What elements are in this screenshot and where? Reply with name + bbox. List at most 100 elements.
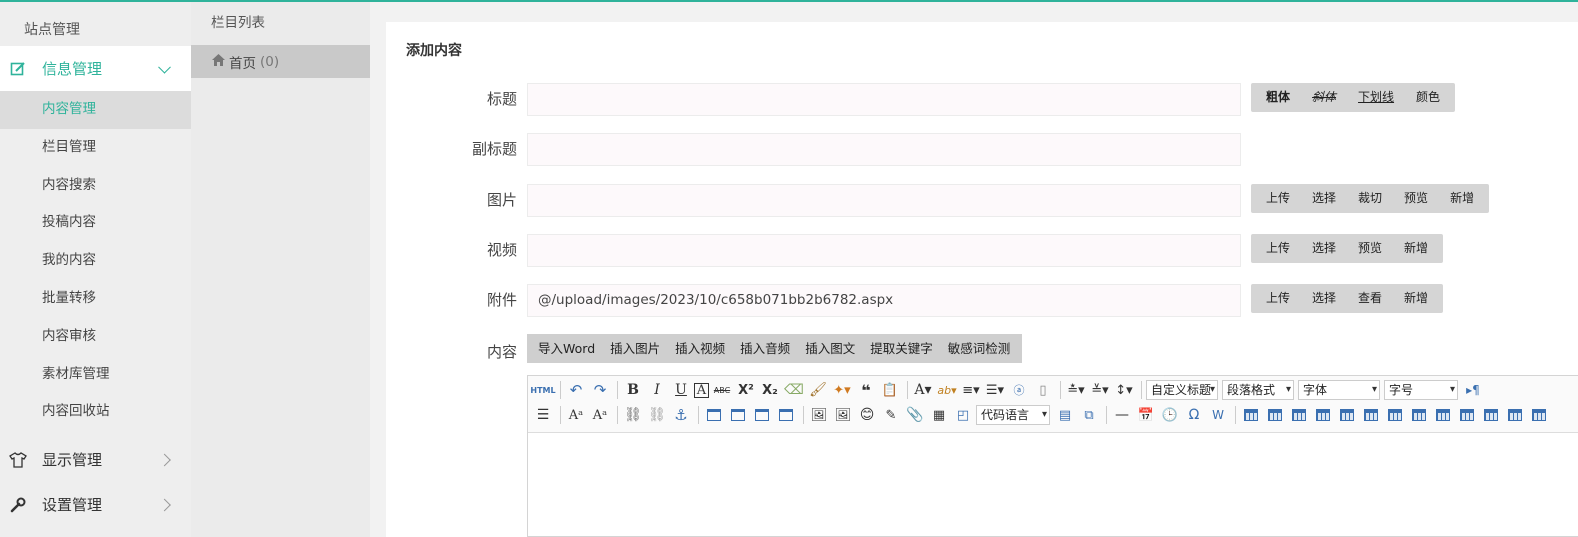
date-icon[interactable]: 📅 bbox=[1135, 404, 1157, 426]
redo-icon[interactable]: ↷ bbox=[589, 379, 611, 401]
sidebar-group-display-management[interactable]: 显示管理 bbox=[0, 437, 191, 482]
sidebar-item-content-search[interactable]: 内容搜索 bbox=[0, 167, 191, 205]
sidebar-item-recycle-bin[interactable]: 内容回收站 bbox=[0, 393, 191, 431]
insert-video-button[interactable]: 插入视频 bbox=[668, 334, 733, 363]
editor-body[interactable] bbox=[528, 433, 1578, 536]
insert-image-text-button[interactable]: 插入图文 bbox=[798, 334, 863, 363]
select-all-icon[interactable]: ⓐ bbox=[1008, 379, 1030, 401]
background-color-icon[interactable]: ab▾ bbox=[936, 379, 958, 401]
time-icon[interactable]: 🕒 bbox=[1159, 404, 1181, 426]
subtitle-input[interactable] bbox=[527, 133, 1241, 166]
bold-icon[interactable]: B bbox=[622, 379, 644, 401]
auto-format-icon[interactable]: ✦▾ bbox=[831, 379, 853, 401]
superscript-icon[interactable]: X² bbox=[735, 379, 757, 401]
split-rows-icon[interactable] bbox=[1504, 404, 1526, 426]
underline-icon[interactable]: U bbox=[670, 379, 692, 401]
format-brush-icon[interactable]: 🖌 bbox=[807, 379, 829, 401]
font-case-upper-icon[interactable]: Aᵃ bbox=[565, 404, 587, 426]
ordered-list-icon[interactable]: ≡▾ bbox=[960, 379, 982, 401]
font-case-lower-icon[interactable]: Aᵃ bbox=[589, 404, 611, 426]
image-upload-button[interactable]: 上传 bbox=[1255, 184, 1301, 213]
image-float-right-icon[interactable] bbox=[751, 404, 773, 426]
word-image-icon[interactable]: W bbox=[1207, 404, 1229, 426]
extract-keywords-button[interactable]: 提取关键字 bbox=[863, 334, 941, 363]
delete-table-icon[interactable] bbox=[1264, 404, 1286, 426]
direction-ltr-icon[interactable]: ▸¶ bbox=[1462, 379, 1484, 401]
code-language-dropdown[interactable]: 代码语言 bbox=[976, 405, 1050, 425]
image-center-icon[interactable] bbox=[775, 404, 797, 426]
subscript-icon[interactable]: X₂ bbox=[759, 379, 781, 401]
image-preview-button[interactable]: 预览 bbox=[1393, 184, 1439, 213]
attachment-add-button[interactable]: 新增 bbox=[1393, 284, 1439, 313]
font-size-dropdown[interactable]: 字号 bbox=[1384, 380, 1458, 400]
split-cells-icon[interactable] bbox=[1480, 404, 1502, 426]
image-select-button[interactable]: 选择 bbox=[1301, 184, 1347, 213]
font-border-icon[interactable]: A bbox=[694, 382, 709, 398]
sidebar-item-content-review[interactable]: 内容审核 bbox=[0, 318, 191, 356]
merge-right-icon[interactable] bbox=[1432, 404, 1454, 426]
insert-frame-icon[interactable]: ◰ bbox=[952, 404, 974, 426]
insert-paragraph-before-table-icon[interactable] bbox=[1288, 404, 1310, 426]
attachment-icon[interactable]: 📎 bbox=[904, 404, 926, 426]
sidebar-group-settings-management[interactable]: 设置管理 bbox=[0, 482, 191, 527]
line-height-icon[interactable]: ↕▾ bbox=[1113, 379, 1135, 401]
split-cols-icon[interactable] bbox=[1528, 404, 1550, 426]
bold-button[interactable]: 粗体 bbox=[1255, 83, 1301, 112]
attachment-input[interactable]: @/upload/images/2023/10/c658b071bb2b6782… bbox=[527, 284, 1241, 317]
attachment-select-button[interactable]: 选择 bbox=[1301, 284, 1347, 313]
image-float-left-icon[interactable] bbox=[727, 404, 749, 426]
attachment-view-button[interactable]: 查看 bbox=[1347, 284, 1393, 313]
italic-button[interactable]: 斜体 bbox=[1301, 83, 1347, 112]
italic-icon[interactable]: I bbox=[646, 379, 668, 401]
custom-title-dropdown[interactable]: 自定义标题 bbox=[1146, 380, 1218, 400]
video-add-button[interactable]: 新增 bbox=[1393, 234, 1439, 263]
blockquote-icon[interactable]: ❝ bbox=[855, 379, 877, 401]
merge-down-icon[interactable] bbox=[1456, 404, 1478, 426]
anchor-icon[interactable]: ⚓ bbox=[670, 404, 692, 426]
column-item-home[interactable]: 首页 (0) bbox=[191, 45, 370, 78]
html-source-icon[interactable]: HTML bbox=[530, 379, 555, 401]
insert-audio-button[interactable]: 插入音频 bbox=[733, 334, 798, 363]
undo-icon[interactable]: ↶ bbox=[565, 379, 587, 401]
emotion-icon[interactable]: 😊 bbox=[856, 404, 878, 426]
title-input[interactable] bbox=[527, 83, 1241, 116]
font-color-icon[interactable]: A▾ bbox=[912, 379, 934, 401]
video-preview-button[interactable]: 预览 bbox=[1347, 234, 1393, 263]
attachment-upload-button[interactable]: 上传 bbox=[1255, 284, 1301, 313]
underline-button[interactable]: 下划线 bbox=[1347, 83, 1405, 112]
sidebar-item-material-library[interactable]: 素材库管理 bbox=[0, 356, 191, 394]
paragraph-format-dropdown[interactable]: 段落格式 bbox=[1222, 380, 1294, 400]
insert-row-icon[interactable] bbox=[1312, 404, 1334, 426]
delete-row-icon[interactable] bbox=[1336, 404, 1358, 426]
sidebar-item-my-content[interactable]: 我的内容 bbox=[0, 242, 191, 280]
unordered-list-icon[interactable]: ☰▾ bbox=[984, 379, 1006, 401]
insert-image-button[interactable]: 插入图片 bbox=[603, 334, 668, 363]
unlink-icon[interactable]: ⛓ bbox=[646, 404, 668, 426]
link-icon[interactable]: ⛓ bbox=[622, 404, 644, 426]
page-break-icon[interactable]: ▤ bbox=[1054, 404, 1076, 426]
map-icon[interactable]: ▦ bbox=[928, 404, 950, 426]
scrawl-icon[interactable]: ✎ bbox=[880, 404, 902, 426]
strikethrough-icon[interactable]: ABC bbox=[711, 379, 733, 401]
justify-icon[interactable]: ☰ bbox=[532, 404, 554, 426]
sidebar-group-info-management[interactable]: 信息管理 bbox=[0, 46, 191, 91]
image-crop-button[interactable]: 裁切 bbox=[1347, 184, 1393, 213]
sidebar-item-submissions[interactable]: 投稿内容 bbox=[0, 204, 191, 242]
insert-table-icon[interactable] bbox=[1240, 404, 1262, 426]
clear-doc-icon[interactable]: ▯ bbox=[1032, 379, 1054, 401]
special-chars-icon[interactable]: Ω bbox=[1183, 404, 1205, 426]
background-icon[interactable]: ⧉ bbox=[1078, 404, 1100, 426]
insert-image-icon[interactable]: 🖼 bbox=[832, 404, 854, 426]
sidebar-item-column-management[interactable]: 栏目管理 bbox=[0, 129, 191, 167]
image-float-none-icon[interactable] bbox=[703, 404, 725, 426]
row-spacing-top-icon[interactable]: ≛▾ bbox=[1065, 379, 1087, 401]
image-input[interactable] bbox=[527, 184, 1241, 217]
merge-cells-icon[interactable] bbox=[1408, 404, 1430, 426]
video-input[interactable] bbox=[527, 234, 1241, 267]
sidebar-item-batch-transfer[interactable]: 批量转移 bbox=[0, 280, 191, 318]
video-select-button[interactable]: 选择 bbox=[1301, 234, 1347, 263]
simple-upload-icon[interactable]: 🖼 bbox=[808, 404, 830, 426]
font-family-dropdown[interactable]: 字体 bbox=[1298, 380, 1380, 400]
import-word-button[interactable]: 导入Word bbox=[531, 334, 603, 363]
eraser-icon[interactable]: ⌫ bbox=[783, 379, 805, 401]
